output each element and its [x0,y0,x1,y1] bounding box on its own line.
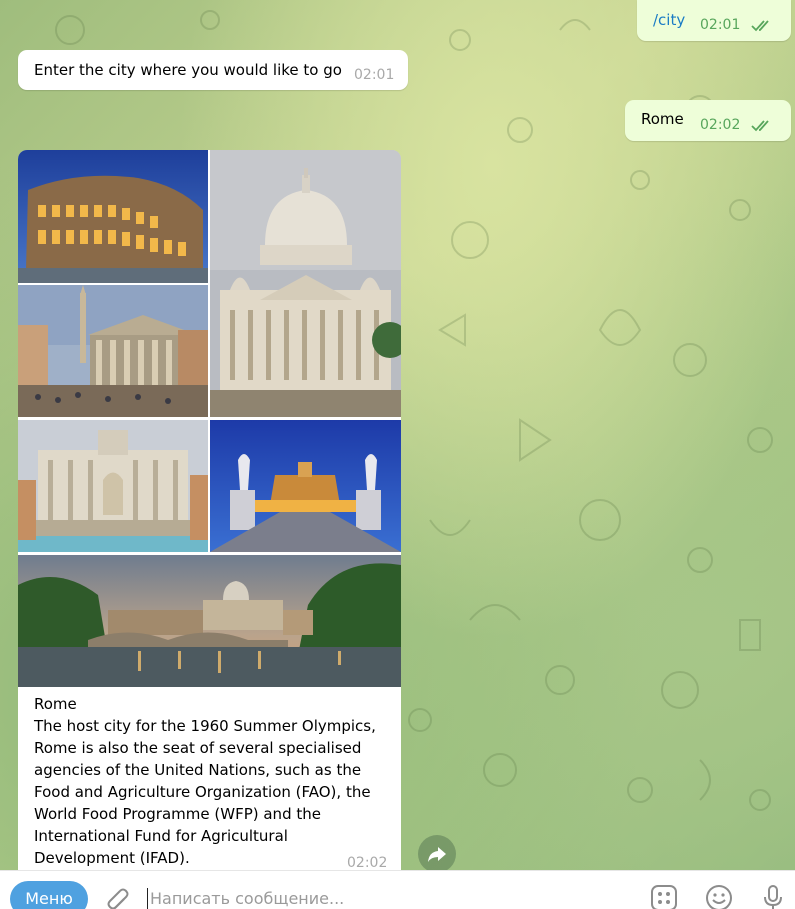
photo-trevi-fountain[interactable] [18,420,208,552]
photo-st-peters-basilica[interactable] [210,150,401,417]
photo-colosseum[interactable] [18,150,208,283]
share-button[interactable] [418,835,456,873]
caption-line: Development (IFAD). [34,849,190,867]
message-input[interactable]: Написать сообщение... [150,889,344,908]
photo-pantheon[interactable] [18,285,208,417]
album-caption[interactable]: Rome The host city for the 1960 Summer O… [18,687,401,874]
message-text: Rome [641,110,684,128]
share-icon [428,847,446,862]
double-check-icon [751,120,769,132]
text-caret [147,888,148,909]
attach-icon[interactable] [100,883,130,909]
chat-background: /city 02:01 Enter the city where you wou… [0,0,795,909]
caption-line: agencies of the United Nations, such as … [34,761,362,779]
message-text[interactable]: /city [653,11,685,29]
message-bubble-outgoing[interactable]: /city 02:01 [637,0,791,41]
message-time: 02:01 [700,17,741,33]
photo-tiber-river-panorama[interactable] [18,555,401,687]
caption-line: Rome [34,695,77,713]
microphone-icon[interactable] [758,883,788,909]
caption-line: International Fund for Agricultural [34,827,288,845]
emoji-icon[interactable] [704,883,734,909]
photo-album[interactable] [18,150,401,687]
photo-castel-sant-angelo[interactable] [210,420,401,552]
caption-line: The host city for the 1960 Summer Olympi… [34,717,376,735]
message-text: Enter the city where you would like to g… [34,61,342,79]
double-check-icon [751,20,769,32]
message-composer: Меню Написать сообщение... [0,870,795,909]
message-time: 02:02 [700,117,741,133]
menu-button[interactable]: Меню [10,881,88,909]
caption-line: Food and Agriculture Organization (FAO),… [34,783,371,801]
message-bubble-incoming[interactable]: Enter the city where you would like to g… [18,50,408,90]
caption-line: Rome is also the seat of several special… [34,739,362,757]
message-time: 02:02 [347,855,388,871]
message-bubble-outgoing[interactable]: Rome 02:02 [625,100,791,141]
bot-commands-icon[interactable] [649,883,679,909]
caption-line: World Food Programme (WFP) and the [34,805,321,823]
message-time: 02:01 [354,67,395,83]
